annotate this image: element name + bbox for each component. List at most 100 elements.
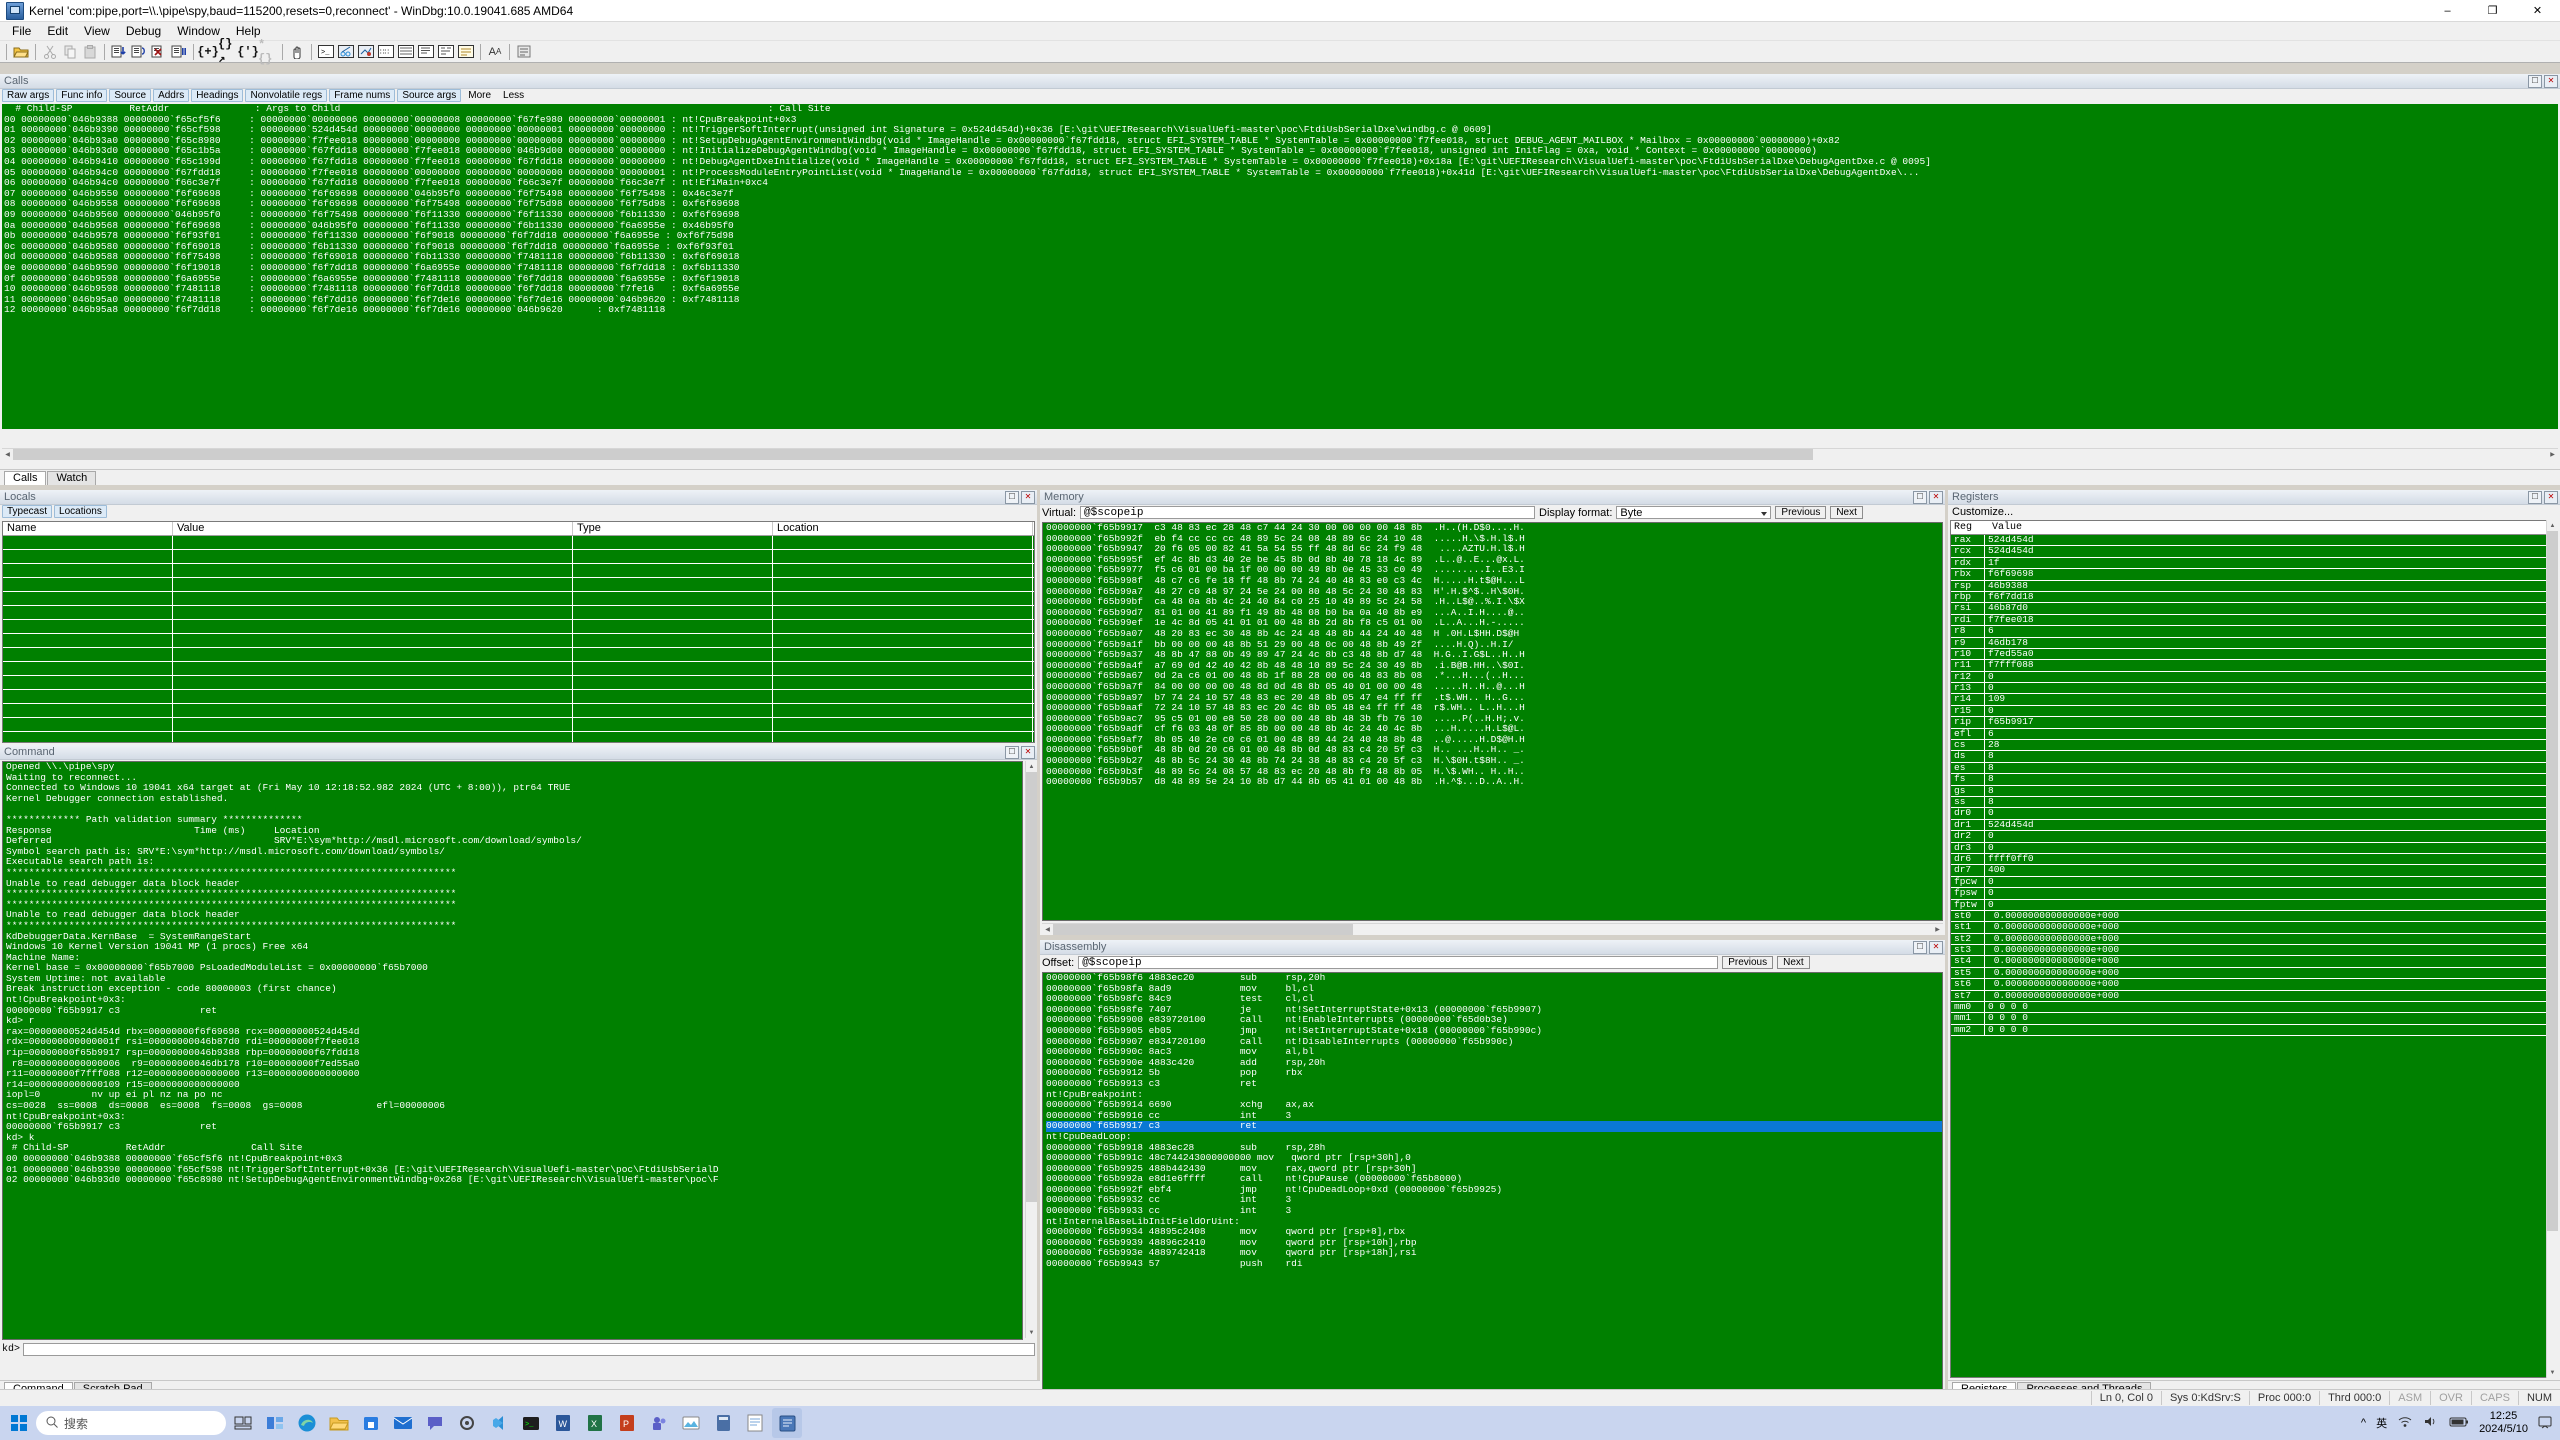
register-value[interactable]: 0: [1985, 672, 2557, 682]
register-value[interactable]: 0.000000000000000e+000: [1985, 956, 2557, 966]
calls-option-func-info[interactable]: Func info: [56, 89, 107, 102]
calls-row[interactable]: 04 00000000`046b9410 00000000`f65c199d :…: [4, 157, 2558, 168]
register-value[interactable]: 0: [1985, 706, 2557, 716]
start-icon[interactable]: [4, 1408, 34, 1438]
tab-watch[interactable]: Watch: [47, 471, 96, 485]
register-row[interactable]: rsi46b87d0: [1951, 603, 2557, 614]
locals-row[interactable]: [3, 732, 1034, 743]
registers-float-icon[interactable]: ☐: [2528, 491, 2542, 504]
register-value[interactable]: 0: [1985, 843, 2557, 853]
calls-window-icon[interactable]: [416, 43, 436, 61]
calculator-icon[interactable]: [708, 1408, 738, 1438]
disassembly-row[interactable]: 00000000`f65b98f6 4883ec20 sub rsp,20h: [1046, 973, 1942, 984]
register-row[interactable]: mm20 0 0 0: [1951, 1025, 2557, 1036]
calls-option-less[interactable]: Less: [498, 90, 529, 101]
calls-row[interactable]: 0e 00000000`046b9590 00000000`f6f19018 :…: [4, 263, 2558, 274]
registers-table[interactable]: Reg Value rax524d454drcx524d454drdx1frbx…: [1950, 520, 2558, 1378]
disassembly-row[interactable]: 00000000`f65b9943 57 push rdi: [1046, 1259, 1942, 1270]
locals-row[interactable]: [3, 606, 1034, 620]
register-value[interactable]: 1f: [1985, 558, 2557, 568]
register-row[interactable]: r10f7ed55a0: [1951, 649, 2557, 660]
powerpoint-icon[interactable]: P: [612, 1408, 642, 1438]
register-value[interactable]: 0.000000000000000e+000: [1985, 934, 2557, 944]
register-value[interactable]: 0.000000000000000e+000: [1985, 922, 2557, 932]
chat-icon[interactable]: [420, 1408, 450, 1438]
command-close-icon[interactable]: ✕: [1021, 746, 1035, 759]
mail-icon[interactable]: [388, 1408, 418, 1438]
locals-row[interactable]: [3, 718, 1034, 732]
explorer-icon[interactable]: [324, 1408, 354, 1438]
calls-option-source-args[interactable]: Source args: [397, 89, 461, 102]
register-value[interactable]: 0 0 0 0: [1985, 1002, 2557, 1012]
register-row[interactable]: r120: [1951, 672, 2557, 683]
register-row[interactable]: st7 0.000000000000000e+000: [1951, 991, 2557, 1002]
register-value[interactable]: 0 0 0 0: [1985, 1013, 2557, 1023]
register-row[interactable]: fpcw0: [1951, 877, 2557, 888]
register-value[interactable]: 6: [1985, 626, 2557, 636]
window-controls[interactable]: – ❐ ✕: [2425, 0, 2560, 21]
register-value[interactable]: 0.000000000000000e+000: [1985, 991, 2557, 1001]
registers-col-reg[interactable]: Reg: [1951, 521, 1989, 534]
register-value[interactable]: 28: [1985, 740, 2557, 750]
wifi-icon[interactable]: [2397, 1415, 2413, 1431]
registers-window-icon[interactable]: ∷∷: [376, 43, 396, 61]
register-value[interactable]: 400: [1985, 865, 2557, 875]
locals-row[interactable]: [3, 564, 1034, 578]
calls-option-source[interactable]: Source: [109, 89, 151, 102]
register-row[interactable]: es8: [1951, 763, 2557, 774]
memory-virtual-input[interactable]: @$scopeip: [1080, 506, 1535, 519]
menu-file[interactable]: File: [4, 23, 39, 39]
registers-caption-buttons[interactable]: ☐ ✕: [2528, 491, 2558, 504]
memory-format-select[interactable]: Byte: [1616, 506, 1771, 519]
disassembly-caption-buttons[interactable]: ☐ ✕: [1913, 941, 1943, 954]
register-value[interactable]: f6f7dd18: [1985, 592, 2557, 602]
memory-caption-buttons[interactable]: ☐ ✕: [1913, 491, 1943, 504]
register-value[interactable]: 0.000000000000000e+000: [1985, 911, 2557, 921]
register-value[interactable]: 0: [1985, 888, 2557, 898]
register-row[interactable]: r130: [1951, 683, 2557, 694]
tab-calls[interactable]: Calls: [4, 471, 46, 485]
disassembly-window-icon[interactable]: [436, 43, 456, 61]
calls-caption-buttons[interactable]: ☐ ✕: [2528, 75, 2558, 88]
register-row[interactable]: dr1524d454d: [1951, 820, 2557, 831]
register-value[interactable]: 0: [1985, 808, 2557, 818]
register-value[interactable]: 46b9388: [1985, 581, 2557, 591]
calls-option-more[interactable]: More: [463, 90, 496, 101]
locals-col-location[interactable]: Location: [773, 522, 1033, 535]
locals-col-type[interactable]: Type: [573, 522, 773, 535]
command-float-icon[interactable]: ☐: [1005, 746, 1019, 759]
register-value[interactable]: 0 0 0 0: [1985, 1025, 2557, 1035]
terminal-icon[interactable]: >_: [516, 1408, 546, 1438]
step-over-icon[interactable]: [129, 43, 149, 61]
register-row[interactable]: r14109: [1951, 694, 2557, 705]
register-row[interactable]: mm00 0 0 0: [1951, 1002, 2557, 1013]
menu-view[interactable]: View: [76, 23, 118, 39]
calls-output[interactable]: # Child-SP RetAddr : Args to Child : Cal…: [2, 104, 2558, 429]
font-icon[interactable]: AA: [485, 43, 505, 61]
calls-float-icon[interactable]: ☐: [2528, 75, 2542, 88]
register-value[interactable]: 46db178: [1985, 638, 2557, 648]
locals-col-name[interactable]: Name: [3, 522, 173, 535]
notepad-icon[interactable]: [740, 1408, 770, 1438]
memory-next-button[interactable]: Next: [1830, 506, 1863, 519]
register-row[interactable]: st1 0.000000000000000e+000: [1951, 922, 2557, 933]
disassembly-row[interactable]: 00000000`f65b9913 c3 ret: [1046, 1079, 1942, 1090]
register-value[interactable]: 0: [1985, 683, 2557, 693]
registers-customize-link[interactable]: Customize...: [1952, 506, 2013, 518]
command-caption-buttons[interactable]: ☐ ✕: [1005, 746, 1035, 759]
teams-icon[interactable]: [644, 1408, 674, 1438]
register-row[interactable]: gs8: [1951, 786, 2557, 797]
register-value[interactable]: 8: [1985, 763, 2557, 773]
registers-col-value[interactable]: Value: [1989, 521, 2557, 534]
paste-icon[interactable]: [80, 43, 100, 61]
photos-icon[interactable]: [676, 1408, 706, 1438]
register-row[interactable]: r150: [1951, 706, 2557, 717]
close-button[interactable]: ✕: [2515, 0, 2560, 21]
locals-tab-typecast[interactable]: Typecast: [2, 505, 52, 518]
register-row[interactable]: dr7400: [1951, 865, 2557, 876]
register-row[interactable]: cs28: [1951, 740, 2557, 751]
locals-row[interactable]: [3, 704, 1034, 718]
register-value[interactable]: 0: [1985, 900, 2557, 910]
brace-step-icon[interactable]: {'}: [238, 43, 258, 61]
word-icon[interactable]: W: [548, 1408, 578, 1438]
